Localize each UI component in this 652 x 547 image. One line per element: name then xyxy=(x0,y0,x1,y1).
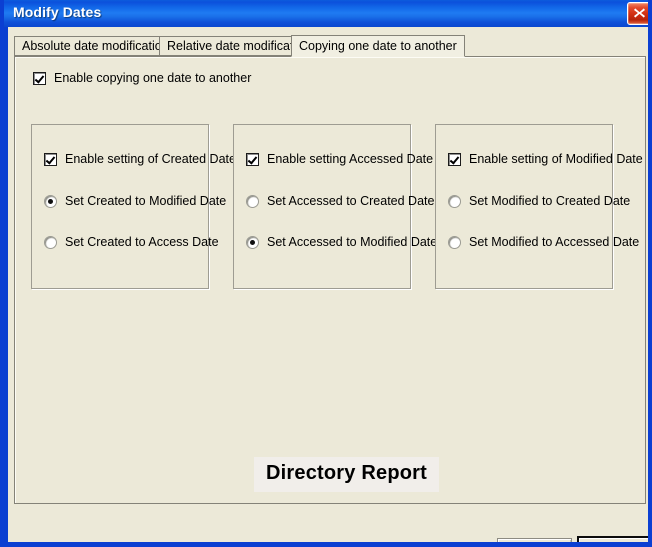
set-modified-to-created-radio[interactable] xyxy=(448,194,461,208)
set-accessed-to-modified-label: Set Accessed to Modified Date xyxy=(267,235,438,249)
tab-copying-one-date-to-another[interactable]: Copying one date to another xyxy=(291,35,465,57)
set-modified-to-created-row[interactable]: Set Modified to Created Date xyxy=(448,194,630,208)
created-date-group: Enable setting of Created Date Set Creat… xyxy=(31,124,236,289)
set-created-to-modified-radio[interactable] xyxy=(44,194,57,208)
enable-created-date-checkbox[interactable] xyxy=(44,152,57,166)
set-created-to-access-radio[interactable] xyxy=(44,235,57,249)
tab-content-panel: Enable copying one date to another Enabl… xyxy=(14,56,646,504)
enable-accessed-date-label: Enable setting Accessed Date xyxy=(267,152,434,166)
set-created-to-modified-label: Set Created to Modified Date xyxy=(65,194,227,208)
tab-strip: Absolute date modification Relative date… xyxy=(14,35,646,57)
accessed-date-group: Enable setting Accessed Date Set Accesse… xyxy=(233,124,437,289)
enable-accessed-date-checkbox[interactable] xyxy=(246,152,259,166)
enable-created-date-label: Enable setting of Created Date xyxy=(65,152,236,166)
enable-accessed-date-row[interactable]: Enable setting Accessed Date xyxy=(246,152,433,166)
set-created-to-access-row[interactable]: Set Created to Access Date xyxy=(44,235,219,249)
enable-copying-checkbox[interactable] xyxy=(33,71,46,85)
set-accessed-to-created-label: Set Accessed to Created Date xyxy=(267,194,435,208)
modified-date-group: Enable setting of Modified Date Set Modi… xyxy=(435,124,643,289)
close-icon[interactable] xyxy=(627,2,648,25)
enable-modified-date-label: Enable setting of Modified Date xyxy=(469,152,643,166)
directory-report-watermark: Directory Report xyxy=(254,457,440,492)
set-modified-to-accessed-label: Set Modified to Accessed Date xyxy=(469,235,640,249)
set-created-to-modified-row[interactable]: Set Created to Modified Date xyxy=(44,194,226,208)
enable-created-date-row[interactable]: Enable setting of Created Date xyxy=(44,152,236,166)
ok-button[interactable]: OK xyxy=(577,536,648,542)
client-area: Absolute date modification Relative date… xyxy=(8,27,648,542)
tab-absolute-date-modification[interactable]: Absolute date modification xyxy=(14,36,177,56)
title-bar: Modify Dates xyxy=(4,0,648,27)
set-accessed-to-created-row[interactable]: Set Accessed to Created Date xyxy=(246,194,434,208)
set-accessed-to-modified-radio[interactable] xyxy=(246,235,259,249)
set-modified-to-accessed-radio[interactable] xyxy=(448,235,461,249)
set-created-to-access-label: Set Created to Access Date xyxy=(65,235,219,249)
set-accessed-to-modified-row[interactable]: Set Accessed to Modified Date xyxy=(246,235,437,249)
set-modified-to-accessed-row[interactable]: Set Modified to Accessed Date xyxy=(448,235,639,249)
window-title: Modify Dates xyxy=(13,4,102,20)
cancel-button[interactable]: Cancel xyxy=(497,538,572,542)
enable-copying-label: Enable copying one date to another xyxy=(54,71,252,85)
set-modified-to-created-label: Set Modified to Created Date xyxy=(469,194,631,208)
modify-dates-dialog: Modify Dates Absolute date modification … xyxy=(0,0,652,547)
set-accessed-to-created-radio[interactable] xyxy=(246,194,259,208)
enable-modified-date-checkbox[interactable] xyxy=(448,152,461,166)
enable-copying-row[interactable]: Enable copying one date to another xyxy=(33,71,251,85)
enable-modified-date-row[interactable]: Enable setting of Modified Date xyxy=(448,152,643,166)
